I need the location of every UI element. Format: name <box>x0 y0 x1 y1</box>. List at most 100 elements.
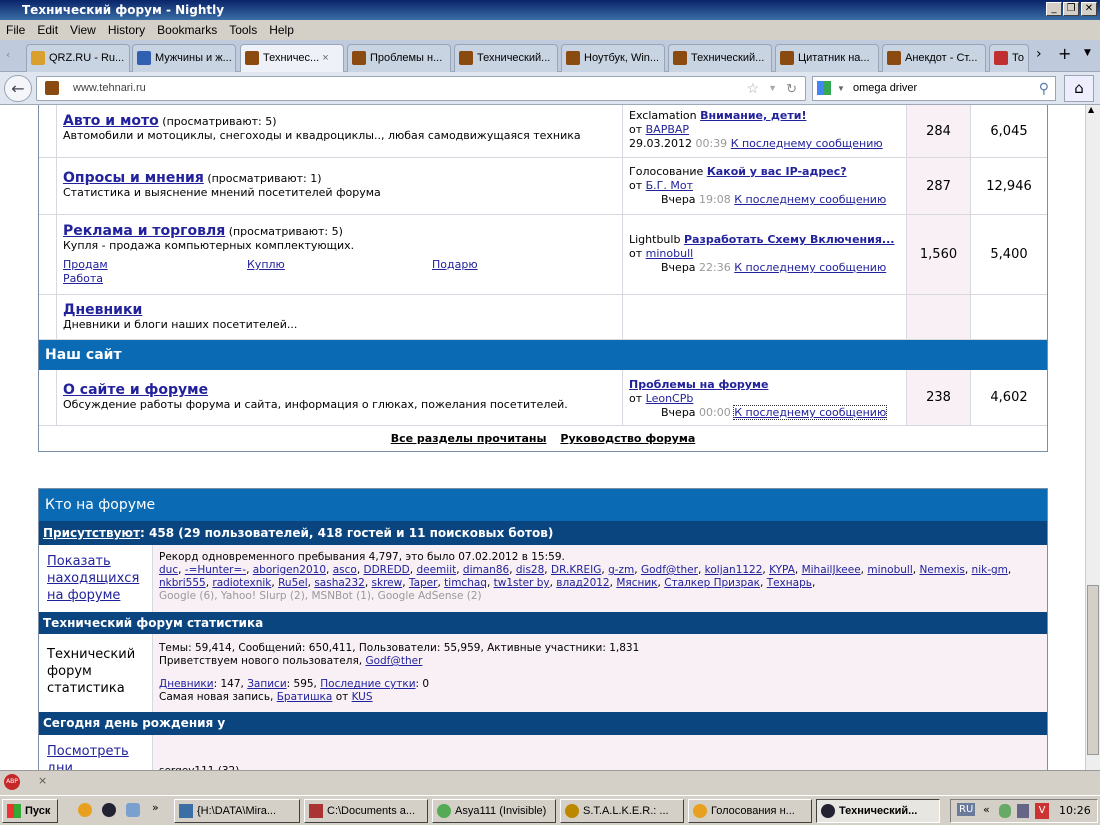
goto-last-post-link[interactable]: К последнему сообщению <box>734 261 886 274</box>
taskbar-item[interactable]: Asya111 (Invisible) <box>432 799 556 823</box>
tab[interactable]: QRZ.RU - Ru... <box>26 44 130 72</box>
goto-last-post-link[interactable]: К последнему сообщению <box>733 405 888 420</box>
online-user-link[interactable]: влад2012 <box>556 577 609 589</box>
online-user-link[interactable]: KYPA <box>769 564 795 576</box>
ie-quicklaunch-icon[interactable] <box>126 803 140 817</box>
close-addon-bar-icon[interactable]: × <box>38 774 47 787</box>
forum-title-link[interactable]: Реклама и торговля <box>63 223 225 239</box>
tray-icon[interactable] <box>1017 804 1029 818</box>
chrome-quicklaunch-icon[interactable] <box>78 803 92 817</box>
mark-all-read-link[interactable]: Все разделы прочитаны <box>391 432 547 445</box>
tab[interactable]: Мужчины и ж... <box>132 44 236 72</box>
tab-close-icon[interactable]: × <box>322 52 328 64</box>
scroll-thumb[interactable] <box>1087 585 1099 755</box>
online-user-link[interactable]: skrew <box>372 577 403 589</box>
online-user-link[interactable]: MihailJkeee <box>802 564 861 576</box>
forum-title-link[interactable]: Авто и мото <box>63 113 159 129</box>
subforum-link[interactable]: Куплю <box>247 258 285 272</box>
online-user-link[interactable]: deemiit <box>416 564 456 576</box>
tray-icon[interactable]: V <box>1035 803 1049 819</box>
taskbar-item[interactable]: {H:\DATA\Mira... <box>174 799 300 823</box>
tab-list-icon[interactable]: ▼ <box>1084 48 1091 58</box>
online-user-link[interactable]: Сталкер Призрак <box>664 577 760 589</box>
present-link[interactable]: Присутствуют <box>43 526 140 540</box>
online-user-link[interactable]: dis28 <box>516 564 544 576</box>
online-user-link[interactable]: -=Hunter=- <box>185 564 246 576</box>
tab-active[interactable]: Техничес... × <box>240 44 344 72</box>
tab[interactable]: То <box>989 44 1029 72</box>
online-user-link[interactable]: tw1ster by <box>494 577 550 589</box>
tab[interactable]: Анекдот - Ст... <box>882 44 986 72</box>
online-user-link[interactable]: Nemexis <box>919 564 964 576</box>
newest-entry-user-link[interactable]: KUS <box>352 691 373 703</box>
forum-title-link[interactable]: О сайте и форуме <box>63 382 208 398</box>
online-user-link[interactable]: radiotexnik <box>212 577 271 589</box>
online-user-link[interactable]: Godf@ther <box>641 564 698 576</box>
online-user-link[interactable]: Taper <box>409 577 438 589</box>
menu-view[interactable]: View <box>70 23 96 37</box>
subforum-link[interactable]: Подарю <box>432 258 478 272</box>
last-thread-link[interactable]: Проблемы на форуме <box>629 378 768 391</box>
tab[interactable]: Технический... <box>668 44 772 72</box>
start-button[interactable]: Пуск <box>2 799 58 823</box>
taskbar-item[interactable]: Голосования н... <box>688 799 812 823</box>
online-user-link[interactable]: asco <box>333 564 357 576</box>
forum-guide-link[interactable]: Руководство форума <box>560 432 695 445</box>
online-user-link[interactable]: Технарь <box>767 577 812 589</box>
dropdown-icon[interactable]: ▼ <box>768 77 777 100</box>
menu-bookmarks[interactable]: Bookmarks <box>157 23 217 37</box>
url-bar[interactable]: www.tehnari.ru ☆ ▼ ↻ <box>36 76 806 101</box>
last-poster-link[interactable]: minobull <box>646 247 694 260</box>
adblock-icon[interactable]: ABP <box>4 774 20 790</box>
tab-scroll-right-icon[interactable]: › <box>1036 46 1042 62</box>
online-user-link[interactable]: timchaq <box>444 577 487 589</box>
online-user-link[interactable]: sasha232 <box>314 577 365 589</box>
taskbar-item-active[interactable]: Технический... <box>816 799 940 823</box>
last-thread-link[interactable]: Внимание, дети! <box>700 109 806 122</box>
search-bar[interactable]: ▼ omega driver ⚲ <box>812 76 1056 101</box>
online-user-link[interactable]: Ru5el <box>278 577 308 589</box>
close-button[interactable]: ✕ <box>1081 2 1097 16</box>
back-button[interactable]: ← <box>4 75 32 102</box>
tab[interactable]: Цитатник на... <box>775 44 879 72</box>
tray-expand-icon[interactable]: « <box>983 803 990 816</box>
last-thread-link[interactable]: Какой у вас IP-адрес? <box>707 165 847 178</box>
menu-file[interactable]: File <box>6 23 25 37</box>
goto-last-post-link[interactable]: К последнему сообщению <box>734 193 886 206</box>
taskbar-item[interactable]: S.T.A.L.K.E.R.: ... <box>560 799 684 823</box>
reload-icon[interactable]: ↻ <box>786 77 797 100</box>
online-user-link[interactable]: duc <box>159 564 178 576</box>
maximize-button[interactable]: ❐ <box>1063 2 1079 16</box>
entries-link[interactable]: Записи <box>247 678 286 690</box>
goto-last-post-link[interactable]: К последнему сообщению <box>731 137 883 150</box>
tab[interactable]: Проблемы н... <box>347 44 451 72</box>
online-user-link[interactable]: koljan1122 <box>705 564 763 576</box>
menu-edit[interactable]: Edit <box>37 23 58 37</box>
forum-title-link[interactable]: Опросы и мнения <box>63 170 204 186</box>
menu-help[interactable]: Help <box>269 23 294 37</box>
online-user-link[interactable]: Мясник <box>616 577 657 589</box>
online-user-link[interactable]: diman86 <box>463 564 509 576</box>
online-user-link[interactable]: DDREDD <box>364 564 410 576</box>
blogs-link[interactable]: Дневники <box>159 678 214 690</box>
minimize-button[interactable]: _ <box>1046 2 1062 16</box>
subforum-link[interactable]: Продам <box>63 258 108 272</box>
bookmark-star-icon[interactable]: ☆ <box>746 77 759 100</box>
online-user-link[interactable]: nik-gm <box>972 564 1008 576</box>
last-poster-link[interactable]: Б.Г. Мот <box>646 179 693 192</box>
tab[interactable]: Ноутбук, Win... <box>561 44 665 72</box>
new-user-link[interactable]: Godf@ther <box>365 655 422 667</box>
last-poster-link[interactable]: LeonCPb <box>646 392 694 405</box>
menu-tools[interactable]: Tools <box>229 23 257 37</box>
menu-history[interactable]: History <box>108 23 145 37</box>
show-online-link[interactable]: Показать находящихся на форуме <box>47 554 139 603</box>
online-user-link[interactable]: aborigen2010 <box>253 564 326 576</box>
vertical-scrollbar[interactable]: ▲ <box>1085 105 1100 770</box>
nightly-quicklaunch-icon[interactable] <box>102 803 116 817</box>
search-icon[interactable]: ⚲ <box>1039 77 1049 100</box>
tab[interactable]: Технический... <box>454 44 558 72</box>
taskbar-item[interactable]: C:\Documents a... <box>304 799 428 823</box>
last-day-link[interactable]: Последние сутки <box>320 678 415 690</box>
newest-entry-link[interactable]: Братишка <box>277 691 333 703</box>
online-user-link[interactable]: nkbri555 <box>159 577 206 589</box>
